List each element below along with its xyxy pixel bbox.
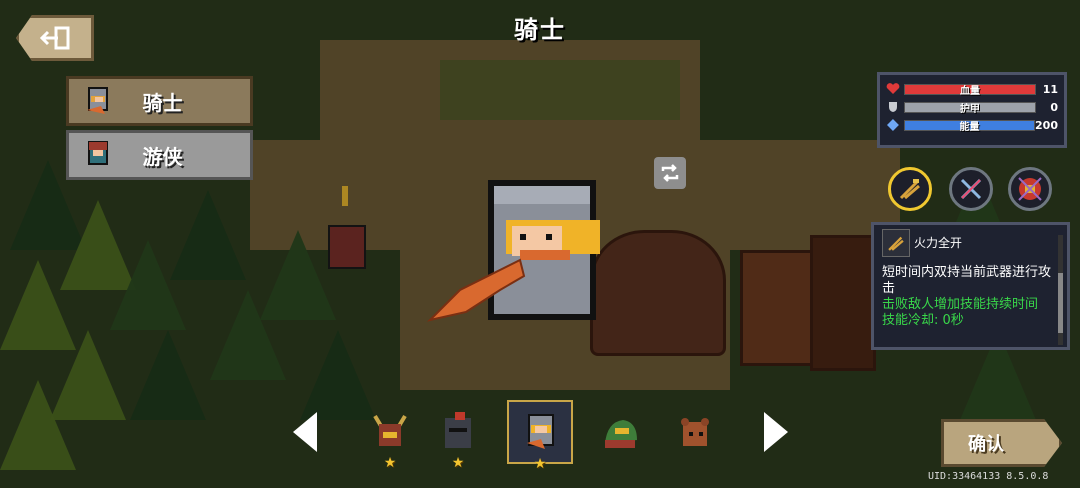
rogue-avatar-icon bbox=[88, 141, 108, 165]
knight-hero-sprite bbox=[426, 180, 600, 322]
energy-bar: 能量 bbox=[903, 119, 1036, 133]
skin-star: ★ bbox=[451, 455, 465, 471]
energy-label: 能量 bbox=[959, 121, 980, 133]
green-knight-skin-icon bbox=[605, 420, 637, 448]
armor-value: 0 bbox=[1050, 100, 1058, 114]
skin-slot-5[interactable] bbox=[666, 405, 722, 461]
health-bar: 血量 bbox=[904, 83, 1036, 97]
skill-card-scrollbar[interactable] bbox=[1058, 235, 1063, 345]
skill-description-card: 火力全开 短时间内双持当前武器进行攻击 击败敌人增加技能持续时间 技能冷却: 0… bbox=[871, 222, 1070, 350]
character-tab-knight[interactable]: 骑士 bbox=[66, 76, 253, 126]
gladiator-helmet-icon bbox=[1018, 177, 1042, 201]
page-title: 骑士 bbox=[514, 16, 566, 44]
skin-slot-4[interactable] bbox=[592, 405, 648, 461]
character-tab-label: 游侠 bbox=[142, 144, 183, 169]
previous-skin-arrow[interactable] bbox=[293, 412, 317, 452]
next-skin-arrow[interactable] bbox=[764, 412, 788, 452]
skill-slot-2[interactable] bbox=[949, 167, 993, 211]
armor-label: 护甲 bbox=[960, 103, 980, 115]
character-tab-label: 骑士 bbox=[142, 90, 183, 115]
dual-wield-icon bbox=[882, 229, 910, 257]
skin-star: ★ bbox=[533, 456, 547, 472]
skin-slot-2[interactable]: ★ bbox=[430, 405, 486, 471]
skin-slot-1[interactable]: ★ bbox=[362, 405, 418, 471]
default-knight-skin-icon bbox=[527, 414, 554, 449]
stats-panel: 血量 11 护甲 0 能量 200 bbox=[877, 72, 1067, 148]
skin-star: ★ bbox=[383, 455, 397, 471]
skill-description: 短时间内双持当前武器进行攻击 bbox=[882, 265, 1052, 296]
skin-slot-3-selected[interactable]: ★ bbox=[507, 400, 573, 472]
heart-icon bbox=[886, 83, 900, 94]
shield-icon bbox=[889, 102, 897, 112]
swap-button[interactable] bbox=[654, 157, 686, 189]
stat-row-health: 血量 11 bbox=[886, 81, 1058, 97]
armor-bar: 护甲 bbox=[904, 101, 1036, 115]
energy-value: 200 bbox=[1035, 118, 1058, 132]
stat-row-armor: 护甲 0 bbox=[886, 99, 1058, 115]
skill-cooldown: 技能冷却: 0秒 bbox=[882, 313, 964, 328]
skill-bonus: 击败敌人增加技能持续时间 bbox=[882, 297, 1039, 312]
energy-gem-icon bbox=[886, 119, 899, 131]
dual-wield-icon bbox=[899, 179, 920, 200]
horned-knight-skin-icon bbox=[373, 414, 407, 446]
health-value: 11 bbox=[1042, 82, 1058, 96]
dark-knight-skin-icon bbox=[445, 412, 471, 448]
swap-arrows-icon bbox=[661, 164, 679, 182]
stat-row-energy: 能量 200 bbox=[886, 117, 1058, 133]
health-label: 血量 bbox=[960, 85, 980, 97]
confirm-button[interactable]: 确认 bbox=[941, 419, 1062, 467]
skill-slot-1[interactable] bbox=[888, 167, 932, 211]
knight-avatar-icon bbox=[87, 87, 108, 114]
crossed-swords-icon bbox=[960, 178, 982, 200]
uid-version-text: UID:33464133 8.5.0.8 bbox=[928, 471, 1049, 482]
skill-name: 火力全开 bbox=[914, 236, 963, 250]
skill-slot-3[interactable] bbox=[1008, 167, 1052, 211]
character-tab-rogue[interactable]: 游侠 bbox=[66, 130, 253, 180]
bear-knight-skin-icon bbox=[681, 418, 709, 446]
